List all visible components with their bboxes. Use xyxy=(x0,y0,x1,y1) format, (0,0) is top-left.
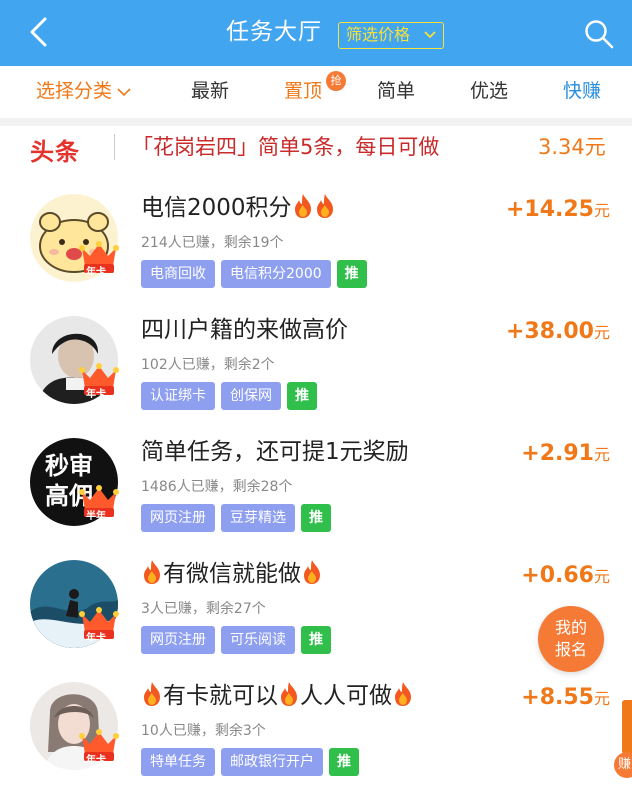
task-title-text: 电信2000积分 xyxy=(141,195,292,221)
reward-unit: 元 xyxy=(593,689,610,708)
task-title: 电信2000积分 xyxy=(141,192,336,224)
crown-icon: 半年 xyxy=(78,484,120,522)
float-button-line: 我的 xyxy=(554,618,587,637)
tag: 网页注册 xyxy=(141,626,215,654)
headline-banner[interactable]: 头条 「花岗岩四」简单5条，每日可做 3.34元 xyxy=(0,126,632,172)
reward-unit: 元 xyxy=(593,201,610,220)
reward-unit: 元 xyxy=(593,323,610,342)
reward-value: +38.00 xyxy=(505,319,594,344)
task-row[interactable]: 年卡 电信2000积分 +14.25元 214人已赚，剩余19个 电商回收 电信… xyxy=(0,184,632,305)
category-tabs: 选择分类 最新 置顶 抢 简单 优选 快赚 xyxy=(0,66,632,118)
task-stats: 214人已赚，剩余19个 xyxy=(141,235,284,251)
fire-icon xyxy=(141,559,163,585)
task-stats: 3人已赚，剩余27个 xyxy=(141,601,266,617)
task-stats: 10人已赚，剩余3个 xyxy=(141,723,266,739)
crown-icon: 年卡 xyxy=(78,728,120,766)
crown-icon: 年卡 xyxy=(78,606,120,644)
reward-value: +0.66 xyxy=(521,563,594,588)
crown-label: 年卡 xyxy=(86,755,106,766)
headline-amount: 3.34元 xyxy=(538,135,606,159)
recommend-badge: 推 xyxy=(301,626,331,654)
task-title-text: 有卡就可以 xyxy=(163,683,278,709)
reward-value: +8.55 xyxy=(521,685,594,710)
task-title: 四川户籍的来做高价 xyxy=(141,317,348,343)
tab-label: 选择分类 xyxy=(36,80,113,102)
tag: 电商回收 xyxy=(141,260,215,288)
fire-icon xyxy=(301,559,323,585)
task-reward: +38.00元 xyxy=(506,318,610,347)
task-tags: 电商回收 电信积分2000 推 xyxy=(141,260,367,288)
task-tags: 认证绑卡 创保网 推 xyxy=(141,382,317,410)
task-stats: 102人已赚，剩余2个 xyxy=(141,357,275,373)
task-tags: 网页注册 可乐阅读 推 xyxy=(141,626,331,654)
task-title-text: 人人可做 xyxy=(300,683,392,709)
fire-icon xyxy=(141,681,163,707)
section-divider xyxy=(0,118,632,126)
fire-icon xyxy=(392,681,414,707)
task-title: 有卡就可以 人人可做 xyxy=(141,680,414,712)
task-title: 有微信就能做 xyxy=(141,558,323,590)
task-tags: 网页注册 豆芽精选 推 xyxy=(141,504,331,532)
tab-latest[interactable]: 最新 xyxy=(191,78,229,104)
tag: 豆芽精选 xyxy=(221,504,295,532)
reward-value: +14.25 xyxy=(505,197,594,222)
crown-icon: 年卡 xyxy=(78,240,120,278)
task-reward: +2.91元 xyxy=(521,440,610,469)
reward-unit: 元 xyxy=(593,567,610,586)
task-title-text: 有微信就能做 xyxy=(163,561,301,587)
tab-select-category[interactable]: 选择分类 xyxy=(36,78,132,104)
reward-value: +2.91 xyxy=(521,441,594,466)
fire-icon xyxy=(292,193,314,219)
task-reward: +14.25元 xyxy=(506,196,610,225)
crown-label: 年卡 xyxy=(86,633,106,644)
chevron-down-icon xyxy=(117,87,131,96)
task-stats: 1486人已赚，剩余28个 xyxy=(141,479,293,495)
recommend-badge: 推 xyxy=(336,260,367,288)
tag: 邮政银行开户 xyxy=(221,748,323,776)
fire-icon xyxy=(278,681,300,707)
side-drawer-handle[interactable] xyxy=(622,700,632,754)
tag: 特单任务 xyxy=(141,748,215,776)
recommend-badge: 推 xyxy=(287,382,317,410)
tag: 认证绑卡 xyxy=(141,382,215,410)
page-title: 任务大厅 xyxy=(226,19,322,45)
task-reward: +8.55元 xyxy=(521,684,610,713)
tag: 网页注册 xyxy=(141,504,215,532)
task-title: 简单任务，还可提1元奖励 xyxy=(141,439,409,465)
task-reward: +0.66元 xyxy=(521,562,610,591)
task-tags: 特单任务 邮政银行开户 推 xyxy=(141,748,359,776)
crown-label: 半年 xyxy=(86,511,106,522)
tab-pinned[interactable]: 置顶 xyxy=(284,78,322,104)
tab-quick-earn[interactable]: 快赚 xyxy=(563,78,601,104)
crown-icon: 年卡 xyxy=(78,362,120,400)
tag: 可乐阅读 xyxy=(221,626,295,654)
float-button-line: 报名 xyxy=(554,640,587,659)
back-arrow-icon[interactable] xyxy=(22,14,58,50)
search-icon[interactable] xyxy=(583,18,615,50)
headline-separator xyxy=(114,134,115,160)
avatar-text: 秒审 xyxy=(45,452,93,480)
headline-text: 「花岗岩四」简单5条，每日可做 xyxy=(132,135,440,159)
my-registrations-button[interactable]: 我的 报名 xyxy=(538,606,604,672)
headline-logo: 头条 xyxy=(30,138,80,166)
tab-simple[interactable]: 简单 xyxy=(377,78,415,104)
crown-label: 年卡 xyxy=(86,389,106,400)
fire-icon xyxy=(314,193,336,219)
reward-unit: 元 xyxy=(593,445,610,464)
top-bar: 任务大厅 筛选价格 xyxy=(0,0,632,66)
recommend-badge: 推 xyxy=(329,748,359,776)
filter-price-label: 筛选价格 xyxy=(346,25,411,44)
task-row[interactable]: 年卡 四川户籍的来做高价 +38.00元 102人已赚，剩余2个 认证绑卡 创保… xyxy=(0,306,632,427)
grab-badge: 抢 xyxy=(326,71,346,91)
recommend-badge: 推 xyxy=(301,504,331,532)
filter-price-button[interactable]: 筛选价格 xyxy=(338,22,444,49)
task-row[interactable]: 秒审 高佣 半年 简单任务，还可提1元奖励 +2.91元 1486人已赚，剩余2… xyxy=(0,428,632,549)
crown-label: 年卡 xyxy=(86,267,106,278)
task-row[interactable]: 年卡 有卡就可以 人人可做 +8.55元 10人已赚，剩余3个 特单任务 邮政银行… xyxy=(0,672,632,793)
tag: 创保网 xyxy=(221,382,281,410)
chevron-down-icon xyxy=(424,31,436,39)
tab-preferred[interactable]: 优选 xyxy=(470,78,508,104)
tag: 电信积分2000 xyxy=(221,260,331,288)
